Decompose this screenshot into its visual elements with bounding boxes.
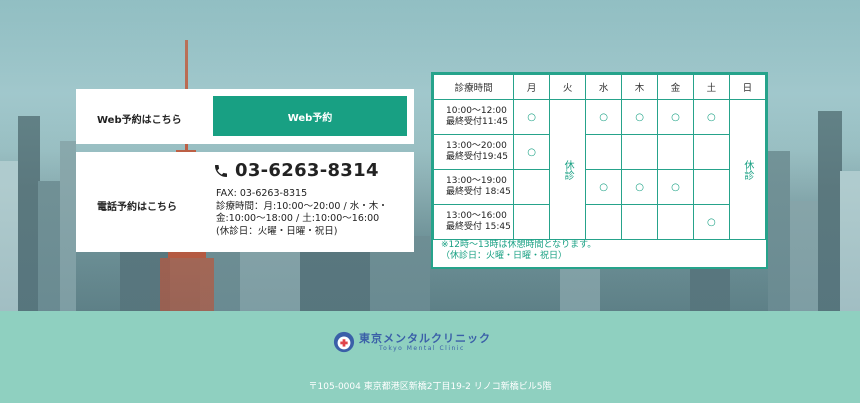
time-cell: 13:00～16:00 最終受付 15:45 (432, 204, 515, 240)
mark-sat (692, 134, 730, 170)
mark-mon: ○ (513, 99, 551, 135)
clinic-hours-info: FAX: 03-6263-8315 診療時間：月:10:00～20:00 / 水… (216, 188, 388, 238)
mark-thu: ○ (621, 99, 658, 135)
hours-line-1: 診療時間：月:10:00～20:00 / 水・木・ (216, 200, 388, 212)
header-fri: 金 (657, 74, 694, 100)
schedule-grid: 診療時間 月 火 水 木 金 土 日 10:00～12:00 最終受付11:45… (432, 74, 767, 240)
header-wed: 水 (585, 74, 623, 100)
note-line-1: ※12時～13時は休憩時間となります。 (441, 240, 597, 250)
header-sat: 土 (692, 74, 730, 100)
time-cell: 10:00～12:00 最終受付11:45 (432, 99, 515, 135)
mark-sat (692, 169, 730, 205)
closed-days: (休診日：火曜・日曜・祝日) (216, 225, 338, 237)
table-row: 13:00～16:00 最終受付 15:45 ○ (432, 204, 766, 240)
mark-wed: ○ (585, 169, 623, 205)
header-thu: 木 (621, 74, 658, 100)
closed-label: 休診 (741, 159, 753, 180)
last-reception: 最終受付 18:45 (446, 187, 511, 197)
mark-fri (657, 134, 694, 170)
table-row: 13:00～20:00 最終受付19:45 ○ (432, 134, 766, 170)
schedule-header-row: 診療時間 月 火 水 木 金 土 日 (432, 74, 767, 100)
phone-icon (215, 164, 227, 177)
last-reception: 最終受付11:45 (446, 117, 508, 127)
mark-wed (585, 134, 623, 170)
mark-fri: ○ (657, 99, 694, 135)
mark-mon (513, 204, 551, 240)
schedule-note: ※12時～13時は休憩時間となります。 （休診日：火曜・日曜・祝日） (441, 240, 596, 262)
note-line-2: （休診日：火曜・日曜・祝日） (441, 251, 568, 261)
fax-number: FAX: 03-6263-8315 (216, 188, 308, 199)
mark-thu (621, 204, 658, 240)
table-row: 10:00～12:00 最終受付11:45 ○ 休診 ○ ○ ○ ○ 休診 (432, 99, 767, 240)
clinic-address: 〒105-0004 東京都港区新橋2丁目19-2 リノコ新橋ビル5階 (308, 382, 552, 392)
logo-english-text: Tokyo Mental Clinic (379, 344, 465, 352)
mark-fri (657, 204, 694, 240)
closed-tue: 休診 (549, 99, 587, 240)
mark-fri: ○ (657, 169, 694, 205)
web-reservation-button[interactable]: Web予約 (213, 96, 407, 136)
time-cell: 13:00～19:00 最終受付 18:45 (432, 169, 515, 205)
closed-label: 休診 (562, 159, 574, 180)
mark-sat: ○ (692, 204, 730, 240)
mark-wed: ○ (585, 99, 623, 135)
closed-sun: 休診 (728, 99, 767, 240)
last-reception: 最終受付 15:45 (446, 222, 511, 232)
mark-mon (513, 169, 551, 205)
time-range: 13:00～20:00 (446, 141, 507, 151)
time-range: 10:00～12:00 (446, 106, 507, 116)
logo-japanese-text: 東京メンタルクリニック (359, 331, 491, 345)
mark-thu (621, 134, 658, 170)
header-sun: 日 (728, 74, 767, 100)
time-range: 13:00～16:00 (446, 211, 507, 221)
table-row: 13:00～19:00 最終受付 18:45 ○ ○ ○ (432, 169, 766, 205)
header-hours: 診療時間 (432, 74, 515, 100)
web-reservation-label: Web予約はこちら (97, 115, 182, 126)
phone-number: 03-6263-8314 (235, 160, 379, 181)
hours-line-2: 金:10:00～18:00 / 土:10:00～16:00 (216, 213, 380, 224)
time-cell: 13:00～20:00 最終受付19:45 (432, 134, 515, 170)
last-reception: 最終受付19:45 (446, 152, 508, 162)
header-tue: 火 (549, 74, 587, 100)
clinic-logo[interactable]: 東京メンタルクリニック Tokyo Mental Clinic (333, 331, 491, 353)
header-mon: 月 (513, 74, 551, 100)
mark-mon: ○ (513, 134, 551, 170)
schedule-table: 診療時間 月 火 水 木 金 土 日 10:00～12:00 最終受付11:45… (431, 72, 768, 269)
mark-thu: ○ (621, 169, 658, 205)
phone-reservation-label: 電話予約はこちら (97, 202, 177, 213)
mark-sat: ○ (692, 99, 730, 135)
phone-number-row[interactable]: 03-6263-8314 (213, 160, 379, 181)
mark-wed (585, 204, 623, 240)
medical-cross-logo-icon (333, 331, 355, 353)
time-range: 13:00～19:00 (446, 176, 507, 186)
